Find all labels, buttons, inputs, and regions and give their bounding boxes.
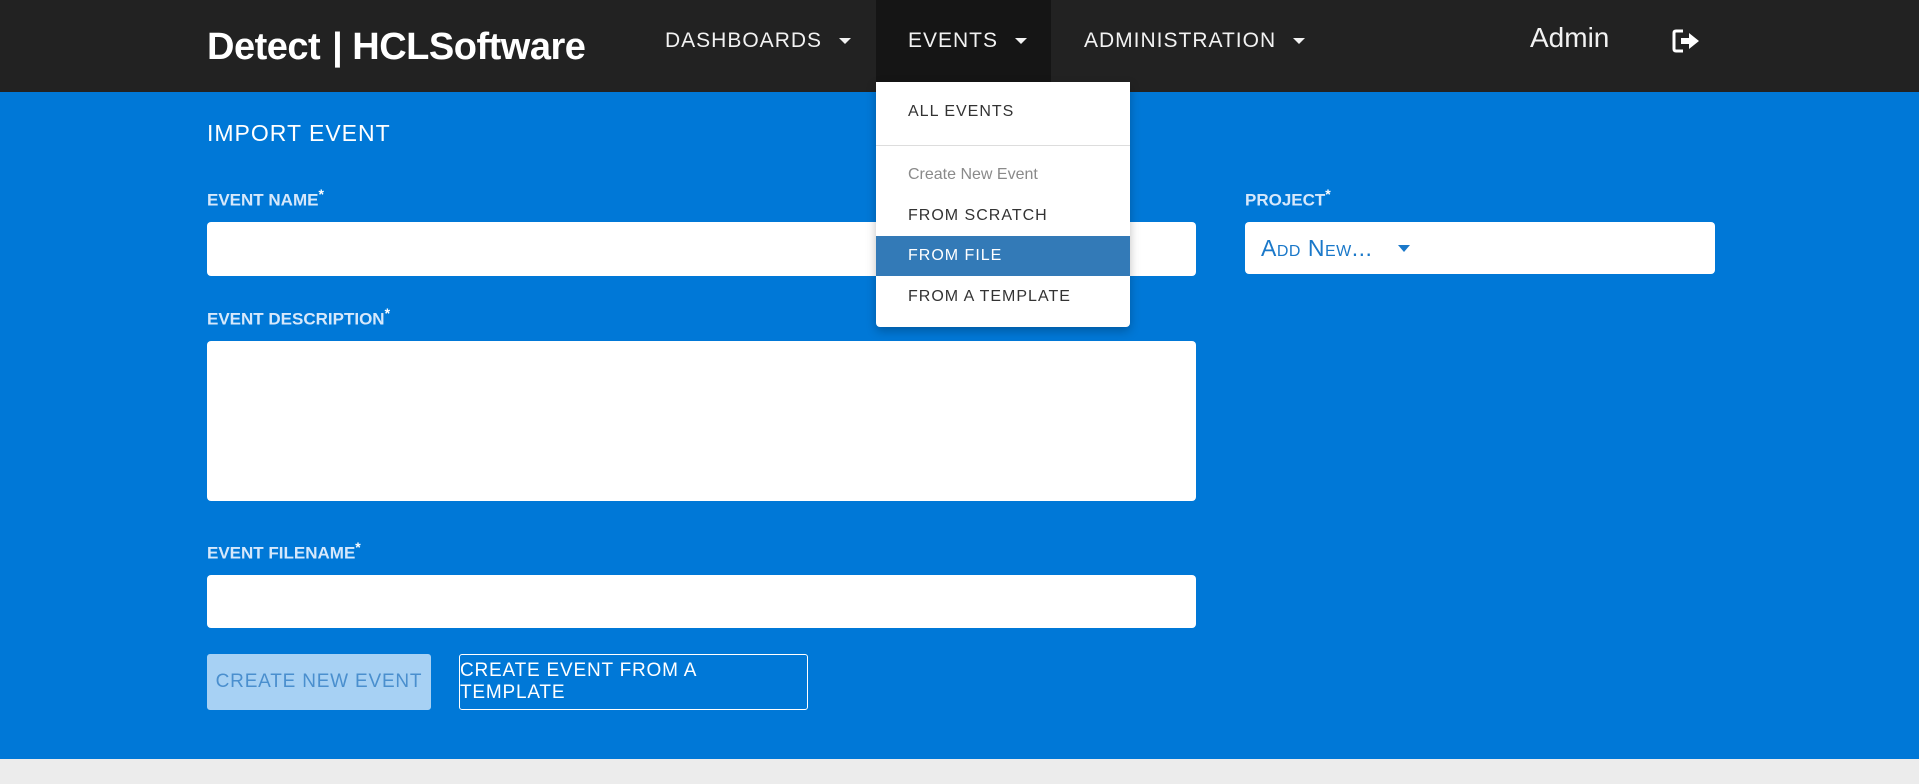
caret-down-icon	[1293, 38, 1306, 44]
event-name-label: EVENT NAME*	[207, 186, 324, 211]
required-marker: *	[1325, 186, 1331, 202]
brand-product-name: Detect	[207, 26, 321, 68]
logout-icon[interactable]	[1672, 28, 1702, 54]
project-select-value: Add New...	[1261, 234, 1373, 261]
nav-dashboards[interactable]: DASHBOARDS	[665, 0, 852, 82]
nav-administration-label: ADMINISTRATION	[1084, 29, 1277, 52]
menu-header-create-new-event: Create New Event	[908, 166, 1038, 183]
nav-events-label: EVENTS	[908, 29, 999, 52]
menu-item-from-scratch[interactable]: FROM SCRATCH	[876, 196, 1130, 236]
event-filename-input[interactable]	[207, 575, 1196, 628]
create-event-from-template-button[interactable]: CREATE EVENT FROM A TEMPLATE	[459, 654, 808, 710]
create-new-event-button[interactable]: CREATE NEW EVENT	[207, 654, 431, 710]
brand-company-name: HCLSoftware	[352, 26, 586, 68]
menu-divider	[876, 145, 1130, 146]
menu-item-from-template[interactable]: FROM A TEMPLATE	[876, 277, 1130, 317]
nav-administration[interactable]: ADMINISTRATION	[1084, 0, 1306, 82]
event-description-input[interactable]	[207, 341, 1196, 501]
event-description-label: EVENT DESCRIPTION*	[207, 305, 390, 330]
caret-down-icon	[1398, 244, 1411, 252]
event-name-label-text: EVENT NAME	[207, 190, 319, 210]
event-description-label-text: EVENT DESCRIPTION	[207, 309, 385, 329]
event-filename-label: EVENT FILENAME*	[207, 539, 361, 564]
caret-down-icon	[839, 38, 852, 44]
user-name[interactable]: Admin	[1530, 22, 1609, 54]
brand-logo[interactable]: Detect | HCLSoftware	[207, 26, 586, 69]
required-marker: *	[355, 539, 361, 555]
brand-separator: |	[332, 26, 343, 68]
page-title: IMPORT EVENT	[207, 120, 391, 146]
footer-strip	[0, 759, 1919, 784]
caret-down-icon	[1015, 38, 1028, 44]
menu-item-from-file[interactable]: FROM FILE	[876, 236, 1130, 276]
top-navbar: Detect | HCLSoftware DASHBOARDS EVENTS ADM…	[0, 0, 1919, 92]
required-marker: *	[318, 186, 324, 202]
project-label: PROJECT*	[1245, 186, 1331, 211]
project-select[interactable]: Add New...	[1245, 222, 1715, 274]
events-dropdown-menu: ALL EVENTS Create New Event FROM SCRATCH…	[876, 82, 1130, 327]
event-filename-label-text: EVENT FILENAME	[207, 543, 356, 563]
required-marker: *	[384, 305, 391, 321]
nav-dashboards-label: DASHBOARDS	[665, 29, 823, 52]
menu-item-all-events[interactable]: ALL EVENTS	[876, 92, 1130, 132]
nav-events[interactable]: EVENTS	[876, 0, 1051, 82]
project-label-text: PROJECT	[1245, 190, 1326, 210]
